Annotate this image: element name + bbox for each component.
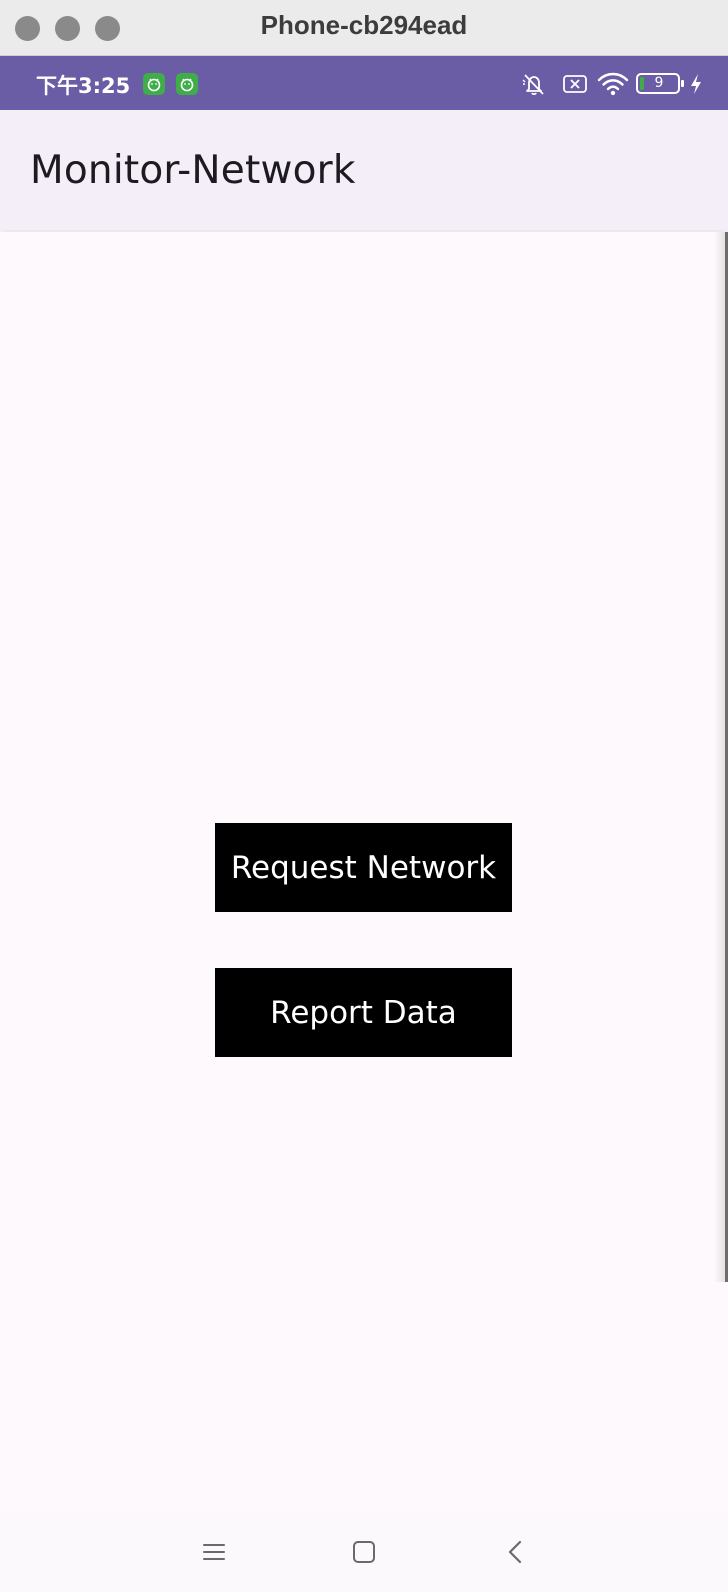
page-title: Monitor-Network bbox=[30, 148, 356, 193]
status-time: 下午3:25 bbox=[36, 74, 131, 98]
mute-icon bbox=[520, 70, 548, 102]
battery-level: 9 bbox=[654, 75, 664, 91]
status-bar: 下午3:25 9 bbox=[0, 56, 728, 110]
app-badge-icon bbox=[143, 73, 165, 95]
wifi-icon bbox=[597, 70, 629, 102]
window-titlebar: Phone-cb294ead bbox=[0, 0, 728, 56]
battery-icon: 9 bbox=[636, 70, 686, 98]
back-icon[interactable] bbox=[498, 1534, 534, 1570]
home-icon[interactable] bbox=[346, 1534, 382, 1570]
report-data-button[interactable]: Report Data bbox=[215, 968, 512, 1057]
charging-bolt-icon bbox=[688, 70, 704, 102]
app-bar: Monitor-Network bbox=[0, 110, 728, 230]
navigation-bar bbox=[0, 1512, 728, 1592]
request-network-button[interactable]: Request Network bbox=[215, 823, 512, 912]
app-badge-icon bbox=[176, 73, 198, 95]
no-sim-icon bbox=[561, 70, 589, 102]
menu-icon[interactable] bbox=[196, 1534, 232, 1570]
emulator-window: Phone-cb294ead 下午3:25 9 Monitor-Network … bbox=[0, 0, 728, 1592]
window-title: Phone-cb294ead bbox=[260, 10, 468, 40]
